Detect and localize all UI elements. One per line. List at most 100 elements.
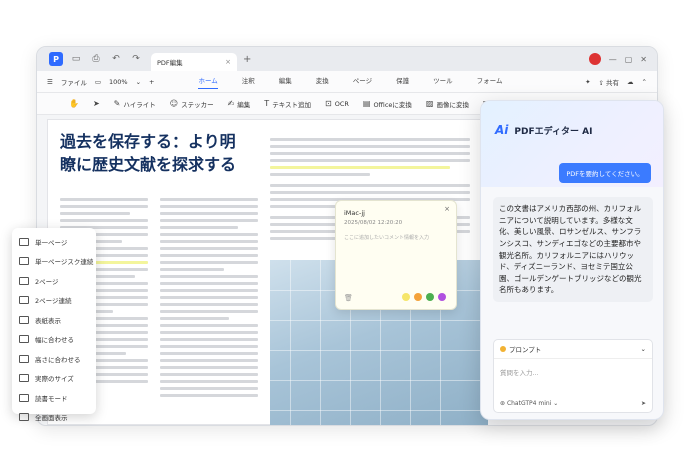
color-dot-yellow[interactable] — [402, 293, 410, 301]
color-dot-green[interactable] — [426, 293, 434, 301]
sticker-button[interactable]: ☺ ステッカー — [170, 99, 214, 109]
add-text-button[interactable]: T テキスト追加 — [264, 99, 311, 109]
redo-icon[interactable]: ↷ — [129, 52, 143, 66]
tab-convert[interactable]: 変換 — [316, 75, 329, 89]
view-single-page-scroll[interactable]: 単一ページスク連続 — [12, 252, 96, 272]
cloud-icon[interactable]: ☁ — [627, 78, 634, 86]
zoom-in-icon[interactable]: + — [149, 78, 154, 86]
comment-date: 2025/08/02 12:20:20 — [344, 220, 403, 226]
app-logo: P — [49, 52, 63, 66]
color-picker — [402, 293, 446, 301]
view-fit-width[interactable]: 幅に合わせる — [12, 330, 96, 350]
single-page-icon — [19, 237, 29, 246]
prompt-label: プロンプト — [509, 346, 542, 354]
edit-icon: ✍ — [227, 99, 235, 108]
color-dot-orange[interactable] — [414, 293, 422, 301]
prompt-box: プロンプト ⌄ 質問を入力... ⊛ ChatGTP4 mini ⌄ ➤ — [493, 339, 653, 413]
minimize-icon[interactable]: — — [609, 55, 617, 64]
close-icon[interactable]: × — [444, 205, 450, 213]
edit-label: 編集 — [237, 100, 251, 109]
view-fit-height[interactable]: 高さに合わせる — [12, 349, 96, 369]
view-two-page-label: 2ページ — [35, 277, 59, 286]
cover-icon — [19, 315, 29, 324]
view-actual-size-label: 実際のサイズ — [35, 375, 74, 384]
view-cover[interactable]: 表紙表示 — [12, 310, 96, 330]
comment-popup[interactable]: × iMac-jj 2025/08/02 12:20:20 ここに追加したいコメ… — [335, 200, 457, 310]
view-cover-label: 表紙表示 — [35, 316, 61, 325]
view-two-page[interactable]: 2ページ — [12, 271, 96, 291]
tab-edit[interactable]: 編集 — [279, 75, 292, 89]
tab-home[interactable]: ホーム — [198, 75, 218, 89]
view-single-page-label: 単一ページ — [35, 238, 68, 247]
tab-form[interactable]: フォーム — [477, 75, 503, 89]
undo-icon[interactable]: ↶ — [109, 52, 123, 66]
view-reading-mode-label: 読書モード — [35, 394, 68, 403]
print-icon[interactable]: ⎙ — [89, 52, 103, 66]
view-two-page-scroll[interactable]: 2ページ連続 — [12, 291, 96, 311]
view-fit-height-label: 高さに合わせる — [35, 355, 81, 364]
hand-tool[interactable]: ✋ — [69, 99, 79, 108]
maximize-icon[interactable]: ▢ — [625, 55, 633, 64]
color-dot-purple[interactable] — [438, 293, 446, 301]
title-bar: P ▭ ⎙ ↶ ↷ PDF編集 × + — ▢ ✕ — [37, 47, 657, 71]
highlight-label: ハイライト — [123, 100, 156, 109]
single-page-scroll-icon — [19, 257, 29, 266]
fit-width-icon — [19, 335, 29, 344]
prompt-icon — [500, 346, 506, 352]
tab-page[interactable]: ページ — [353, 75, 372, 89]
ai-answer: この文書はアメリカ西部の州、カリフォルニアについて説明しています。多様な文化、美… — [493, 197, 653, 302]
fullscreen-icon — [19, 413, 29, 422]
ai-icon[interactable]: ✦ — [585, 78, 590, 86]
ocr-label: OCR — [334, 99, 349, 108]
image-icon: ▨ — [425, 99, 434, 108]
document-tab[interactable]: PDF編集 × — [151, 53, 237, 71]
edit-button[interactable]: ✍ 編集 — [228, 99, 251, 109]
window-close-icon[interactable]: ✕ — [640, 55, 647, 64]
add-tab-button[interactable]: + — [243, 54, 251, 65]
avatar[interactable] — [588, 53, 601, 65]
view-single-page[interactable]: 単一ページ — [12, 232, 96, 252]
zoom-level[interactable]: 100% — [109, 78, 128, 86]
question-input[interactable]: 質問を入力... — [494, 359, 652, 385]
ai-logo-icon: Ai — [495, 123, 509, 137]
tab-protect[interactable]: 保護 — [396, 75, 409, 89]
two-page-scroll-icon — [19, 296, 29, 305]
tab-tools[interactable]: ツール — [433, 75, 453, 89]
share-button[interactable]: ⇪ 共有 — [599, 77, 620, 87]
view-fullscreen[interactable]: 全画面表示 — [12, 408, 96, 428]
to-office-label: Officeに変換 — [373, 100, 412, 109]
to-image-button[interactable]: ▨ 画像に変換 — [426, 99, 469, 109]
close-icon[interactable]: × — [225, 58, 231, 66]
highlight-button[interactable]: ✎ ハイライト — [114, 99, 156, 109]
folder-icon[interactable]: ▭ — [69, 52, 83, 66]
tab-annotate[interactable]: 注釈 — [242, 75, 255, 89]
send-icon[interactable]: ➤ — [641, 400, 646, 407]
ocr-button[interactable]: ⊡ OCR — [325, 99, 349, 108]
prompt-selector[interactable]: プロンプト ⌄ — [494, 340, 652, 359]
select-tool[interactable]: ➤ — [93, 99, 100, 108]
prompt-footer: ⊛ ChatGTP4 mini ⌄ ➤ — [500, 400, 646, 407]
summarize-button[interactable]: PDFを要約してください。 — [559, 163, 651, 183]
chevron-down-icon: ⌄ — [640, 345, 646, 353]
comment-input[interactable]: ここに追加したいコメント情報を入力 — [344, 234, 448, 241]
hand-icon: ✋ — [69, 99, 79, 108]
view-reading-mode[interactable]: 読書モード — [12, 388, 96, 408]
ribbon-tabs: ホーム 注釈 編集 変換 ページ 保護 ツール フォーム — [198, 75, 502, 89]
view-fit-width-label: 幅に合わせる — [35, 336, 74, 345]
file-menu[interactable]: ファイル — [61, 77, 87, 87]
to-office-button[interactable]: ▤ Officeに変換 — [363, 99, 412, 109]
hamburger-icon[interactable]: ☰ — [47, 78, 53, 86]
model-label: ChatGTP4 mini — [506, 400, 552, 407]
office-icon: ▤ — [362, 99, 371, 108]
collapse-icon[interactable]: ⌃ — [642, 78, 647, 86]
sticker-label: ステッカー — [181, 100, 214, 109]
fit-height-icon — [19, 354, 29, 363]
zoom-out-icon[interactable]: ▭ — [95, 78, 101, 86]
model-selector[interactable]: ⊛ ChatGTP4 mini ⌄ — [500, 400, 558, 407]
trash-icon[interactable]: 🗑 — [344, 294, 353, 302]
window-controls: — ▢ ✕ — [588, 53, 647, 65]
chevron-down-icon[interactable]: ⌄ — [136, 78, 141, 86]
view-two-page-scroll-label: 2ページ連続 — [35, 297, 72, 306]
sticker-icon: ☺ — [169, 99, 179, 108]
view-actual-size[interactable]: 実際のサイズ — [12, 369, 96, 389]
